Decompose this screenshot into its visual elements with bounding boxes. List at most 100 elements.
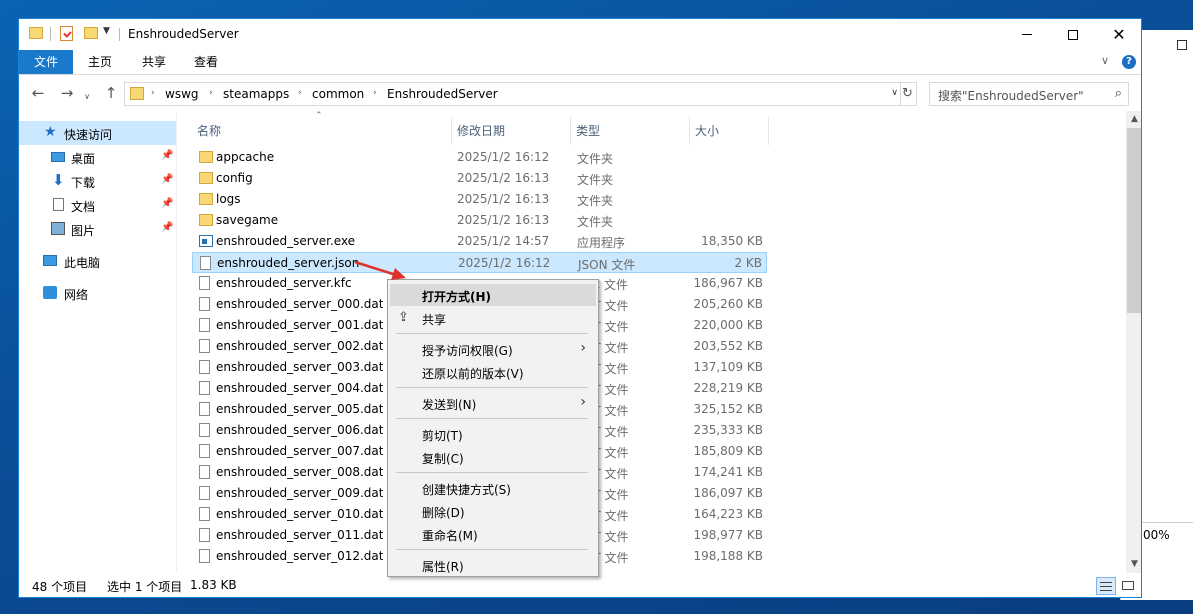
search-input[interactable]: 搜索"EnshroudedServer" ⌕ xyxy=(929,82,1129,106)
menu-item[interactable]: ⇪ 共享 xyxy=(390,307,596,329)
column-header-date[interactable]: 修改日期 xyxy=(452,117,570,145)
file-row[interactable]: logs 2025/1/2 16:13 文件夹 xyxy=(192,189,767,210)
background-window-maximize-icon[interactable] xyxy=(1177,40,1187,50)
scroll-down-icon[interactable]: ▼ xyxy=(1126,556,1141,573)
new-folder-icon[interactable] xyxy=(84,27,98,39)
close-button[interactable]: ✕ xyxy=(1096,19,1141,50)
help-icon[interactable]: ? xyxy=(1122,55,1136,69)
menu-item[interactable]: 剪切(T) xyxy=(390,423,596,445)
quick-access-separator xyxy=(50,27,51,41)
breadcrumb-separator-icon[interactable]: › xyxy=(209,88,213,98)
menu-separator xyxy=(396,387,588,388)
breadcrumb-wswg[interactable]: wswg xyxy=(165,87,199,101)
menu-item[interactable]: 发送到(N) › xyxy=(390,392,596,414)
vertical-scrollbar[interactable]: ▲ ▼ xyxy=(1126,111,1141,573)
menu-item[interactable]: 属性(R) xyxy=(390,554,596,576)
tab-file[interactable]: 文件 xyxy=(19,50,73,74)
submenu-arrow-icon: › xyxy=(580,394,586,410)
breadcrumb-steamapps[interactable]: steamapps xyxy=(223,87,289,101)
column-divider[interactable] xyxy=(768,117,769,145)
nav-item-label: 下载 xyxy=(71,176,96,190)
menu-item[interactable]: 创建快捷方式(S) xyxy=(390,477,596,499)
menu-item-label: 复制(C) xyxy=(422,452,464,466)
nav-item-quick-access[interactable]: ★ 快速访问 xyxy=(19,121,176,145)
properties-icon[interactable] xyxy=(60,26,73,41)
nav-item-network[interactable]: 网络 xyxy=(19,281,176,305)
tab-home[interactable]: 主页 xyxy=(77,50,123,74)
maximize-button[interactable] xyxy=(1050,19,1096,50)
file-name: enshrouded_server_012.dat xyxy=(216,549,384,563)
menu-separator xyxy=(396,472,588,473)
file-icon xyxy=(199,423,210,437)
pin-icon[interactable]: 📌 xyxy=(161,222,173,233)
pin-icon[interactable]: 📌 xyxy=(161,174,173,185)
menu-item[interactable]: 重命名(M) xyxy=(390,523,596,545)
tab-view[interactable]: 查看 xyxy=(183,50,229,74)
forward-arrow-icon[interactable]: → xyxy=(58,84,76,102)
recent-locations-chevron-icon[interactable]: ∨ xyxy=(82,88,92,106)
customize-toolbar-dropdown-icon[interactable]: ▼ xyxy=(103,26,110,36)
file-row[interactable]: enshrouded_server.exe 2025/1/2 14:57 应用程序 1… xyxy=(192,231,767,252)
scrollbar-thumb[interactable] xyxy=(1127,128,1141,313)
file-size: 325,152 KB xyxy=(693,402,763,416)
menu-item[interactable]: 打开方式(H) xyxy=(390,284,596,306)
column-header: 名称 修改日期 类型 大小 xyxy=(177,117,777,145)
file-row[interactable]: savegame 2025/1/2 16:13 文件夹 xyxy=(192,210,767,231)
folder-icon xyxy=(199,172,213,184)
breadcrumb-separator-icon[interactable]: › xyxy=(373,88,377,98)
file-size: 203,552 KB xyxy=(693,339,763,353)
details-view-icon[interactable] xyxy=(1096,577,1116,595)
menu-item-label: 删除(D) xyxy=(422,506,465,520)
file-icon xyxy=(199,381,210,395)
breadcrumb-separator-icon[interactable]: › xyxy=(298,88,302,98)
nav-item-documents[interactable]: 文档 📌 xyxy=(19,193,176,217)
pin-icon[interactable]: 📌 xyxy=(161,150,173,161)
file-size: 198,977 KB xyxy=(693,528,763,542)
tab-share[interactable]: 共享 xyxy=(131,50,177,74)
desktop-icon xyxy=(51,152,65,162)
menu-item[interactable]: 复制(C) xyxy=(390,446,596,468)
download-icon: ⬇ xyxy=(52,171,65,189)
address-bar[interactable]: › wswg › steamapps › common › Enshrouded… xyxy=(124,82,901,106)
menu-item[interactable]: 授予访问权限(G) › xyxy=(390,338,596,360)
file-row[interactable]: appcache 2025/1/2 16:12 文件夹 xyxy=(192,147,767,168)
file-size: 220,000 KB xyxy=(693,318,763,332)
column-header-size[interactable]: 大小 xyxy=(690,117,768,145)
nav-item-desktop[interactable]: 桌面 📌 xyxy=(19,145,176,169)
menu-item[interactable]: 删除(D) xyxy=(390,500,596,522)
file-name: enshrouded_server_011.dat xyxy=(216,528,384,542)
large-icons-view-icon[interactable] xyxy=(1119,577,1137,595)
file-icon xyxy=(199,318,210,332)
file-icon xyxy=(199,507,210,521)
column-header-type[interactable]: 类型 xyxy=(571,117,689,145)
file-size: 235,333 KB xyxy=(693,423,763,437)
status-selected-size: 1.83 KB xyxy=(190,578,237,592)
expand-ribbon-chevron-icon[interactable]: ∨ xyxy=(1101,54,1109,67)
pin-icon[interactable]: 📌 xyxy=(161,198,173,209)
file-date: 2025/1/2 16:13 xyxy=(457,192,550,206)
file-row[interactable]: config 2025/1/2 16:13 文件夹 xyxy=(192,168,767,189)
column-header-name[interactable]: 名称 xyxy=(192,117,447,145)
up-arrow-icon[interactable]: ↑ xyxy=(102,84,120,102)
breadcrumb-common[interactable]: common xyxy=(312,87,364,101)
file-row[interactable]: enshrouded_server.json 2025/1/2 16:12 JSON… xyxy=(192,252,767,273)
file-size: 205,260 KB xyxy=(693,297,763,311)
breadcrumb-separator-icon[interactable]: › xyxy=(151,88,155,98)
nav-item-this-pc[interactable]: 此电脑 xyxy=(19,249,176,273)
file-size: 198,188 KB xyxy=(693,549,763,563)
nav-item-pictures[interactable]: 图片 📌 xyxy=(19,217,176,241)
scroll-up-icon[interactable]: ▲ xyxy=(1126,111,1141,128)
menu-item-label: 创建快捷方式(S) xyxy=(422,483,511,497)
back-arrow-icon[interactable]: ← xyxy=(29,84,47,102)
address-history-dropdown-icon[interactable]: ∨ xyxy=(891,88,898,98)
file-date: 2025/1/2 16:12 xyxy=(458,256,551,270)
navigation-bar: ← → ∨ ↑ › wswg › steamapps › common › En… xyxy=(19,75,1141,111)
menu-item[interactable]: 还原以前的版本(V) xyxy=(390,361,596,383)
nav-item-downloads[interactable]: ⬇ 下载 📌 xyxy=(19,169,176,193)
breadcrumb-enshroudedserver[interactable]: EnshroudedServer xyxy=(387,87,498,101)
file-type: 文件夹 xyxy=(577,194,614,208)
navigation-pane: ★ 快速访问 桌面 📌 ⬇ 下载 📌 文档 📌 图片 📌 此电脑 网络 xyxy=(19,111,176,573)
minimize-button[interactable] xyxy=(1004,19,1050,50)
file-name: enshrouded_server_004.dat xyxy=(216,381,384,395)
refresh-button[interactable]: ↻ xyxy=(899,82,917,106)
